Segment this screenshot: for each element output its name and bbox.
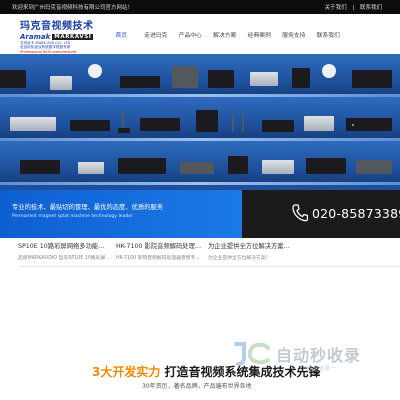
product-device bbox=[292, 68, 310, 88]
section-title-highlight: 3大开发实力 bbox=[92, 365, 161, 379]
product-device bbox=[50, 76, 72, 90]
product-device bbox=[356, 160, 392, 174]
news-divider bbox=[116, 266, 214, 267]
logo-english-name: Aramak bbox=[20, 33, 51, 41]
product-device bbox=[0, 70, 26, 88]
product-device bbox=[306, 158, 346, 174]
top-bar: 欢迎来到广州玛克音视频科技有限公司官方网站！ 关于我们 | 联系我们 bbox=[0, 0, 400, 14]
news-title[interactable]: 为企业提供全方位解决方案… bbox=[208, 241, 306, 250]
news-strip: SP10E 10路彩屏网络多功能… 品牌MARKAUDIO 型号SP10E 10… bbox=[0, 238, 400, 278]
watermark-text: 自动秒收录 bbox=[276, 346, 362, 365]
product-device bbox=[10, 117, 56, 131]
site-logo[interactable]: 玛克音视频技术 Aramak MARKAVSI 艾玛克® MARK AVS CO… bbox=[20, 17, 102, 54]
product-device bbox=[304, 116, 334, 131]
product-camera bbox=[88, 64, 102, 78]
logo-english-box: MARKAVSI bbox=[52, 34, 94, 40]
product-device bbox=[120, 76, 160, 88]
nav-contact[interactable]: 联系我们 bbox=[311, 14, 346, 54]
nav-home[interactable]: 首页 bbox=[104, 14, 139, 54]
news-title[interactable]: HK-7100 影院音频解码处理… bbox=[116, 241, 214, 250]
phone-icon bbox=[292, 204, 308, 222]
nav-cases[interactable]: 经典案例 bbox=[242, 14, 277, 54]
product-microphone bbox=[242, 114, 244, 132]
product-device bbox=[250, 72, 278, 86]
product-speaker bbox=[196, 110, 218, 132]
nav-service[interactable]: 服务支持 bbox=[277, 14, 312, 54]
main-nav: 首页 走进玛克 产品中心 解决方案 经典案例 服务支持 联系我们 bbox=[104, 14, 346, 54]
top-links: 关于我们 | 联系我们 bbox=[321, 3, 382, 11]
news-title[interactable]: SP10E 10路彩屏网络多功能… bbox=[18, 241, 116, 250]
product-device bbox=[78, 162, 104, 174]
top-links-separator: | bbox=[352, 5, 355, 11]
welcome-text: 欢迎来到广州玛克音视频科技有限公司官方网站！ bbox=[12, 5, 134, 11]
phone-number[interactable]: 020-85873389 bbox=[312, 206, 400, 221]
contact-us-link[interactable]: 联系我们 bbox=[360, 5, 382, 11]
news-desc: 品牌MARKAUDIO 型号SP10E 10路彩屏… bbox=[18, 256, 111, 261]
header: 玛克音视频技术 Aramak MARKAVSI 艾玛克® MARK AVS CO… bbox=[0, 14, 400, 54]
news-desc: 为企业提供全方位解决方案！ bbox=[208, 256, 271, 261]
product-camera bbox=[322, 64, 336, 78]
product-device bbox=[20, 160, 60, 174]
product-device bbox=[140, 118, 180, 131]
watermark: 自动秒收录 一 自动秒收录 一 bbox=[232, 336, 392, 384]
news-divider bbox=[208, 266, 306, 267]
product-microphone-base bbox=[118, 128, 130, 133]
product-device bbox=[70, 120, 110, 131]
news-item[interactable]: HK-7100 影院音频解码处理… HK-7100 影院音频解码处理器音频专… bbox=[116, 238, 214, 278]
product-device bbox=[172, 66, 198, 88]
product-device bbox=[262, 120, 294, 132]
news-divider bbox=[18, 266, 116, 267]
product-microphone bbox=[232, 114, 234, 132]
news-item[interactable] bbox=[306, 238, 400, 278]
nav-products[interactable]: 产品中心 bbox=[173, 14, 208, 54]
led-indicator bbox=[352, 124, 354, 126]
slogan-english: Permanent magnet splat machine technolog… bbox=[12, 214, 134, 219]
product-device bbox=[352, 70, 392, 88]
shelf-edge bbox=[0, 182, 400, 185]
product-device bbox=[228, 156, 248, 174]
logo-chinese-name: 玛克音视频技术 bbox=[20, 21, 94, 32]
product-device bbox=[208, 70, 234, 88]
watermark-logo-icon bbox=[234, 342, 270, 366]
news-desc: HK-7100 影院音频解码处理器音频专… bbox=[116, 256, 201, 261]
slogan-chinese: 专业的技术、最贴切的管理、最优的态度、优质的服务 bbox=[12, 204, 164, 211]
news-item[interactable]: 为企业提供全方位解决方案… 为企业提供全方位解决方案！ bbox=[208, 238, 306, 278]
about-us-link[interactable]: 关于我们 bbox=[325, 5, 347, 11]
phone-bar: 020-85873389 bbox=[242, 190, 400, 238]
product-device bbox=[262, 160, 294, 174]
nav-about[interactable]: 走进玛克 bbox=[139, 14, 174, 54]
news-item[interactable]: SP10E 10路彩屏网络多功能… 品牌MARKAUDIO 型号SP10E 10… bbox=[18, 238, 116, 278]
watermark-subtext: 一 自动秒收录 一 bbox=[298, 366, 337, 372]
product-device bbox=[180, 162, 214, 174]
slogan-bar: 专业的技术、最贴切的管理、最优的态度、优质的服务 Permanent magne… bbox=[0, 190, 242, 238]
hero-banner[interactable]: 专业的技术、最贴切的管理、最优的态度、优质的服务 Permanent magne… bbox=[0, 54, 400, 238]
nav-solutions[interactable]: 解决方案 bbox=[208, 14, 243, 54]
product-device bbox=[118, 158, 166, 174]
news-divider bbox=[306, 266, 400, 267]
